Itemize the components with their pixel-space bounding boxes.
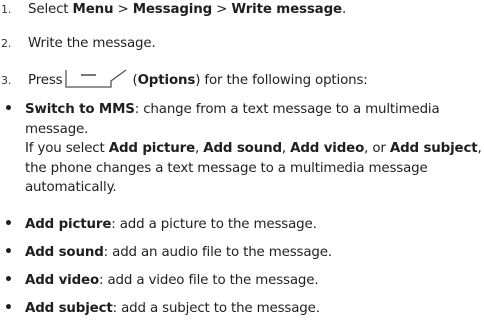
options-label: Options — [137, 73, 196, 88]
note-bold: Add subject — [389, 141, 478, 157]
step-text-end: ) for the following options: — [195, 73, 368, 88]
step-end: . — [341, 2, 347, 17]
option-desc: : add a subject to the message. — [112, 301, 320, 316]
step-number: 3. — [1, 74, 12, 87]
option-text: Add picture: add a picture to the messag… — [0, 215, 482, 235]
note-bold: Add sound — [203, 141, 282, 157]
option-text: Switch to MMS: change from a text messag… — [0, 100, 482, 139]
messaging-label: Messaging — [132, 2, 213, 17]
note-text: , or — [364, 141, 390, 157]
option-name: Add sound — [25, 245, 104, 260]
step-3: 3. Press (Options) for the following optio… — [0, 67, 368, 90]
option-desc: : add an audio file to the message. — [103, 245, 332, 260]
separator: > — [113, 2, 133, 17]
note-text: If you select — [25, 141, 109, 157]
option-text: Add video: add a video file to the messa… — [0, 271, 482, 291]
option-text: Add subject: add a subject to the messag… — [0, 299, 482, 319]
write-message-label: Write message — [231, 2, 342, 17]
instruction-document: 1. Select Menu > Messaging > Write messag… — [0, 0, 484, 325]
bullet-icon: • — [4, 244, 13, 260]
step-text: Write the message. — [28, 36, 156, 51]
step-number: 1. — [1, 3, 12, 16]
step-1: 1. Select Menu > Messaging > Write messag… — [0, 1, 346, 19]
note-text: , — [281, 141, 291, 157]
bullet-icon: • — [4, 216, 13, 232]
bullet-icon: • — [4, 272, 13, 288]
option-desc: : add a video file to the message. — [99, 273, 319, 288]
bullet-icon: • — [4, 101, 13, 117]
option-text: Add sound: add an audio file to the mess… — [0, 243, 482, 263]
option-item: • Add video: add a video file to the mes… — [0, 271, 482, 291]
bullet-icon: • — [4, 300, 13, 316]
step-number: 2. — [1, 37, 12, 50]
note-bold: Add video — [290, 141, 365, 157]
menu-label: Menu — [72, 2, 114, 17]
step-text: Select — [28, 2, 73, 17]
softkey-left-icon — [64, 67, 127, 88]
note-text: , — [195, 141, 204, 157]
step-2: 2. Write the message. — [0, 35, 156, 53]
option-item: • Add picture: add a picture to the mess… — [0, 215, 482, 235]
option-name: Add subject — [25, 301, 113, 316]
option-name: Add video — [25, 273, 100, 288]
option-desc: : add a picture to the message. — [111, 217, 317, 232]
separator: > — [212, 2, 232, 17]
step-text: Press — [28, 73, 63, 88]
option-note: If you select Add picture, Add sound, Ad… — [0, 139, 482, 198]
option-name: Add picture — [25, 217, 112, 232]
option-item: • Add sound: add an audio file to the me… — [0, 243, 482, 263]
option-name: Switch to MMS — [25, 102, 135, 117]
option-item: • Add subject: add a subject to the mess… — [0, 299, 482, 319]
option-item: • Switch to MMS: change from a text mess… — [0, 100, 482, 198]
note-bold: Add picture — [108, 141, 196, 157]
